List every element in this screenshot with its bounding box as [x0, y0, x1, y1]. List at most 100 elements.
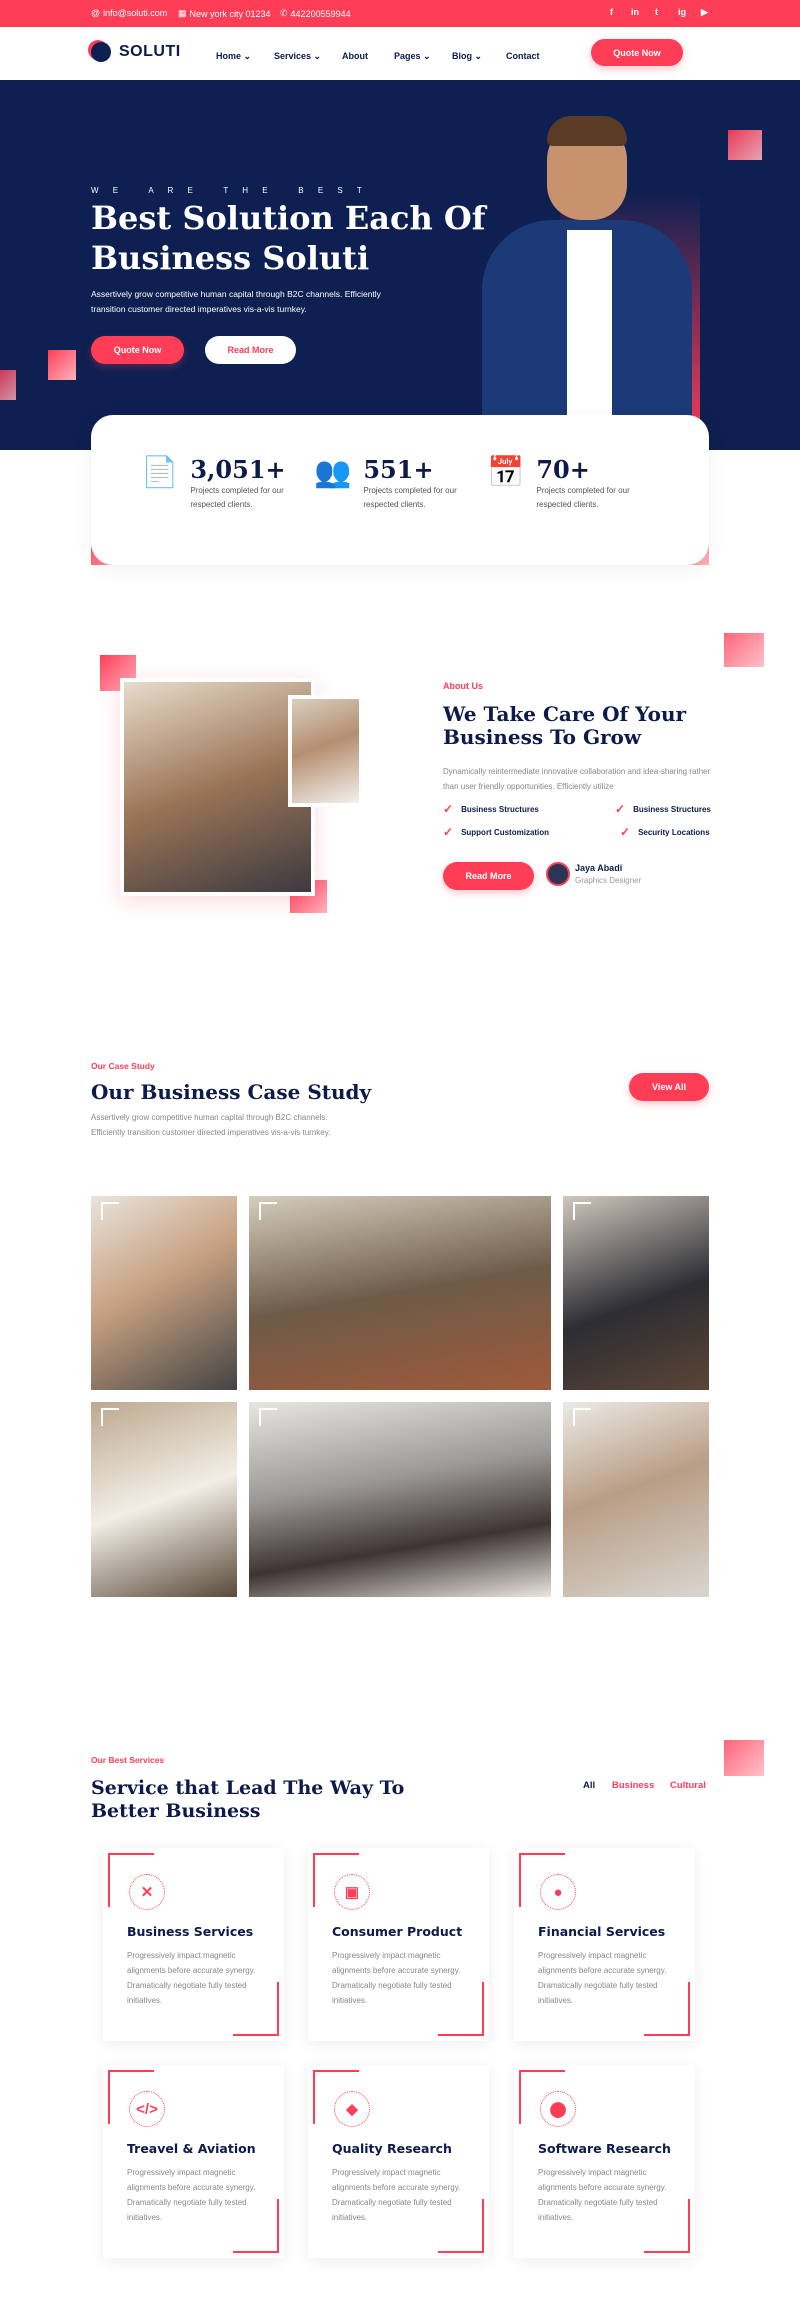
- decor-square: [724, 1740, 764, 1776]
- twitter-icon[interactable]: t: [655, 7, 658, 17]
- logo-text: SOLUTI: [119, 43, 181, 60]
- about-read-more-button[interactable]: Read More: [443, 862, 534, 890]
- about-inset-image: [288, 695, 363, 807]
- instagram-icon[interactable]: ig: [678, 7, 686, 17]
- nav-home[interactable]: Home ⌄: [216, 51, 251, 62]
- hero-title: Best Solution Each Of Business Soluti: [91, 199, 486, 277]
- author-name: Jaya Abadi: [575, 863, 623, 873]
- nav-about[interactable]: About: [342, 51, 368, 61]
- decor-square: [724, 633, 764, 667]
- decor-square: [48, 350, 76, 380]
- stat-number: 3,051+: [190, 455, 286, 484]
- hero-quote-button[interactable]: Quote Now: [91, 336, 184, 364]
- about-text: Dynamically reintermediate innovative co…: [443, 767, 711, 791]
- celebration-calendar-icon: 📅: [487, 456, 525, 489]
- box-icon: ▣: [334, 1874, 370, 1910]
- phone-text: 442200559944: [290, 8, 351, 19]
- service-desc: Progressively impact magnetic alignments…: [332, 2168, 461, 2222]
- youtube-icon[interactable]: ▶: [701, 7, 708, 18]
- service-desc: Progressively impact magnetic alignments…: [538, 2168, 667, 2222]
- case-image[interactable]: [249, 1402, 551, 1597]
- email-text: info@soluti.com: [103, 8, 168, 18]
- stat-item: 📄 3,051+ Projects completed for our respec…: [141, 455, 300, 512]
- at-icon: @: [91, 8, 101, 18]
- facebook-icon[interactable]: f: [610, 7, 613, 17]
- check-item: ✓ Business Structures: [443, 802, 539, 816]
- tab-cultural[interactable]: Cultural: [670, 1780, 706, 1791]
- hero-eyebrow: W E A R E T H E B E S T: [91, 186, 368, 195]
- check-item: ✓ Support Customization: [443, 825, 550, 839]
- service-card[interactable]: ◆ Quality Research Progressively impact …: [308, 2065, 489, 2258]
- linkedin-icon[interactable]: in: [631, 7, 639, 17]
- hero-text: Assertively grow competitive human capit…: [91, 289, 381, 314]
- hero-person-image: [452, 116, 732, 450]
- decor-square: [0, 370, 16, 400]
- check-item: ✓ Security Locations: [620, 825, 710, 839]
- service-desc: Progressively impact magnetic alignments…: [538, 1951, 667, 2005]
- tools-icon: ✕: [129, 1874, 165, 1910]
- check-icon: ✓: [620, 825, 631, 839]
- author-role: Graphics Designer: [575, 876, 642, 885]
- team-icon: 👥: [314, 456, 352, 489]
- stat-desc: Projects completed for our respected cli…: [363, 486, 457, 509]
- diamond-icon: ◆: [334, 2091, 370, 2127]
- case-title: Our Business Case Study: [91, 1080, 372, 1104]
- services-title: Service that Lead The Way To Better Busin…: [91, 1777, 405, 1822]
- service-desc: Progressively impact magnetic alignments…: [127, 2168, 256, 2222]
- phone-link[interactable]: ✆ 442200559944: [280, 8, 351, 19]
- email-link[interactable]: @ info@soluti.com: [91, 8, 167, 18]
- phone-icon: ✆: [280, 8, 288, 18]
- check-item: ✓ Business Structures: [615, 802, 711, 816]
- logo-mark-icon: [91, 42, 111, 62]
- tab-business[interactable]: Business: [612, 1780, 654, 1791]
- services-label: Our Best Services: [91, 1755, 165, 1765]
- tab-all[interactable]: All: [583, 1780, 595, 1791]
- map-icon: ▦: [178, 8, 187, 18]
- case-image[interactable]: [91, 1196, 237, 1390]
- nav-contact[interactable]: Contact: [506, 51, 540, 61]
- service-desc: Progressively impact magnetic alignments…: [332, 1951, 461, 2005]
- check-icon: ✓: [443, 802, 454, 816]
- stat-desc: Projects completed for our respected cli…: [536, 486, 630, 509]
- case-image[interactable]: [249, 1196, 551, 1390]
- service-card[interactable]: ✕ Business Services Progressively impact…: [103, 1848, 284, 2041]
- case-text: Assertively grow competitive human capit…: [91, 1113, 331, 1137]
- hero-read-more-button[interactable]: Read More: [205, 336, 296, 364]
- address: ▦ New york city 01234: [178, 8, 271, 19]
- stat-number: 70+: [536, 455, 590, 484]
- service-card[interactable]: </> Treavel & Aviation Progressively imp…: [103, 2065, 284, 2258]
- stat-item: 👥 551+ Projects completed for our respecte…: [314, 455, 473, 512]
- report-icon: 📄: [141, 456, 179, 489]
- quote-now-button[interactable]: Quote Now: [591, 39, 683, 66]
- decor-square: [728, 130, 762, 160]
- about-meeting-image: [120, 678, 315, 896]
- author-avatar: [546, 862, 570, 886]
- stat-desc: Projects completed for our respected cli…: [190, 486, 284, 509]
- service-title: Financial Services: [538, 1924, 666, 1939]
- nav-services[interactable]: Services ⌄: [274, 51, 321, 62]
- case-label: Our Case Study: [91, 1061, 155, 1071]
- view-all-button[interactable]: View All: [629, 1073, 709, 1101]
- service-card[interactable]: ● Financial Services Progressively impac…: [514, 1848, 695, 2041]
- logo[interactable]: SOLUTI: [91, 42, 181, 62]
- location-pin-icon: ⬤: [540, 2091, 576, 2127]
- service-card[interactable]: ⬤ Software Research Progressively impact…: [514, 2065, 695, 2258]
- case-image[interactable]: [563, 1196, 709, 1390]
- nav-pages[interactable]: Pages ⌄: [394, 51, 431, 62]
- headset-icon: ●: [540, 1874, 576, 1910]
- service-desc: Progressively impact magnetic alignments…: [127, 1951, 256, 2005]
- hero-section: W E A R E T H E B E S T Best Solution Ea…: [0, 80, 800, 450]
- service-title: Treavel & Aviation: [127, 2141, 256, 2156]
- stat-item: 📅 70+ Projects completed for our respected…: [487, 455, 646, 512]
- case-image[interactable]: [563, 1402, 709, 1597]
- case-image[interactable]: [91, 1402, 237, 1597]
- check-icon: ✓: [615, 802, 626, 816]
- service-card[interactable]: ▣ Consumer Product Progressively impact …: [308, 1848, 489, 2041]
- top-bar: @ info@soluti.com ▦ New york city 01234 ✆ 4…: [0, 0, 800, 27]
- code-icon: </>: [129, 2091, 165, 2127]
- nav-blog[interactable]: Blog ⌄: [452, 51, 482, 62]
- stat-number: 551+: [363, 455, 434, 484]
- service-title: Quality Research: [332, 2141, 452, 2156]
- check-icon: ✓: [443, 825, 454, 839]
- service-title: Software Research: [538, 2141, 671, 2156]
